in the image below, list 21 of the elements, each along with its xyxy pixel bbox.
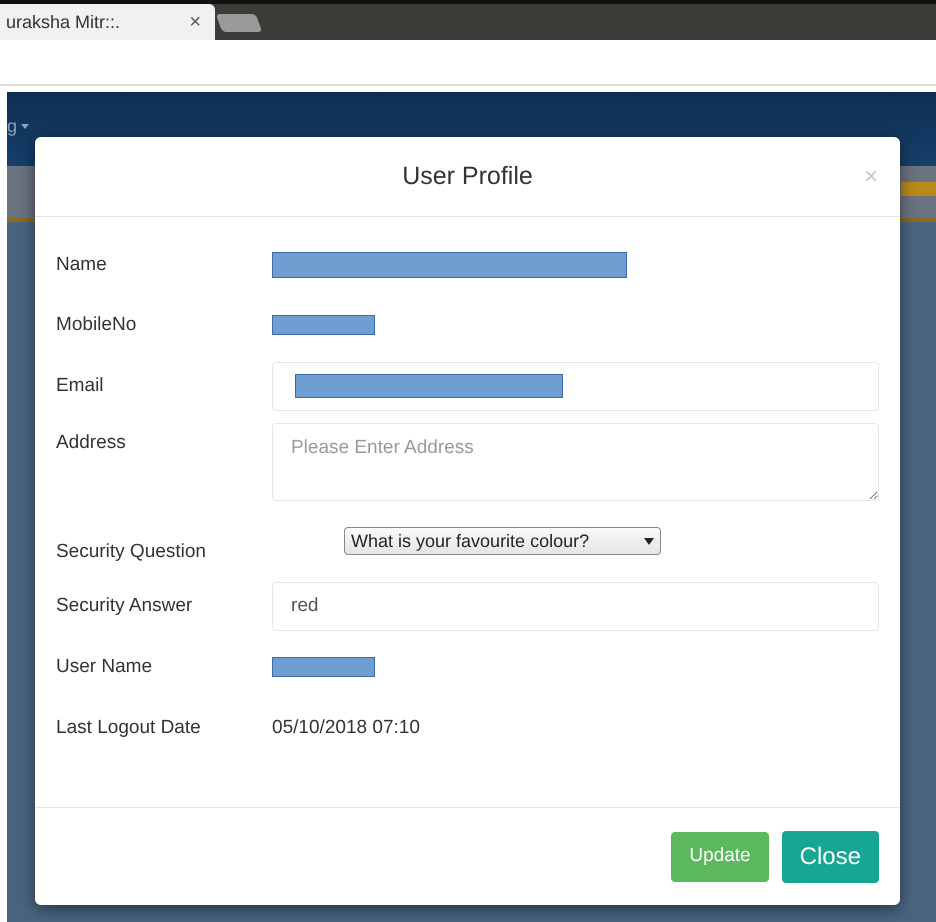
field-label: Address	[56, 431, 127, 455]
field-label: Security Question	[56, 540, 207, 564]
email-field[interactable]	[272, 362, 879, 410]
new-tab-button[interactable]	[216, 14, 262, 32]
tab-title: uraksha Mitr::.	[6, 10, 120, 34]
field-label: MobileNo	[56, 312, 138, 337]
field-label: Email	[56, 374, 105, 398]
nav-menu-item[interactable]: g	[7, 113, 30, 140]
field-label: Name	[56, 252, 108, 277]
security-question-dropdown[interactable]: What is your favourite colour?	[344, 527, 661, 555]
security-answer-field[interactable]: red	[272, 582, 879, 630]
address-field[interactable]: Please Enter Address	[272, 423, 879, 501]
caret-icon	[21, 124, 30, 129]
tab-close-button[interactable]: ×	[189, 7, 201, 37]
field-value: 05/10/2018 07:10	[272, 716, 420, 740]
browser-tab[interactable]: uraksha Mitr::. ×	[0, 4, 215, 40]
dialog-title: User Profile	[402, 160, 533, 192]
field-label: User Name	[56, 654, 154, 679]
dropdown-arrow-icon	[644, 538, 654, 544]
field-label: Last Logout Date	[56, 716, 202, 740]
field-label: Security Answer	[56, 594, 194, 618]
